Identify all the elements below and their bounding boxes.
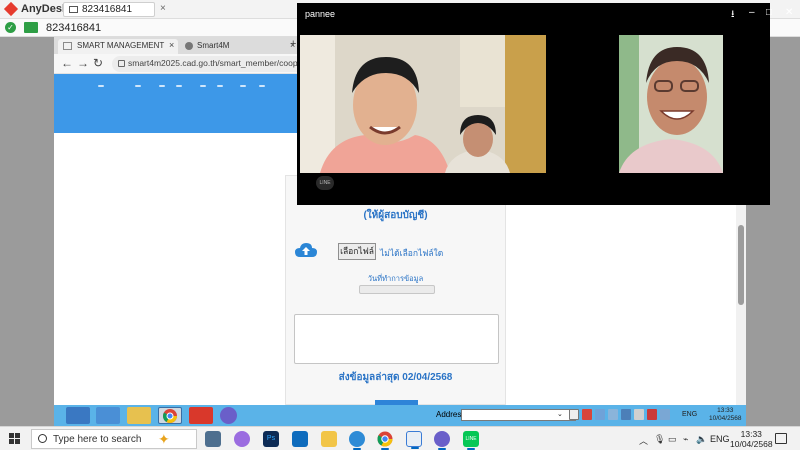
remote-folder-icon[interactable]: [127, 407, 151, 424]
remote-taskbar: Address ⌄ ENG 13:33 10/04/2568: [54, 405, 746, 426]
browser-tab-label: Smart4M: [197, 41, 230, 50]
maximize-icon[interactable]: □: [766, 7, 772, 18]
scrollbar-thumb[interactable]: [738, 225, 744, 305]
refresh-icon[interactable]: [569, 409, 579, 420]
anydesk-address-input[interactable]: 823416841: [46, 22, 101, 34]
remote-desktop-app-icon[interactable]: [66, 407, 90, 424]
video-call-window: pannee ⭳ – □ ✕ LINE: [297, 3, 793, 205]
last-sent-text: ส่งข้อมูลล่าสุด 02/04/2568: [338, 372, 453, 383]
tray-app-icon[interactable]: [582, 409, 592, 420]
volume-icon[interactable]: 🔈: [696, 434, 707, 445]
anydesk-logo-icon: [3, 1, 19, 17]
clock-time: 13:33: [740, 429, 762, 439]
lock-icon: [118, 60, 125, 67]
upload-form-card: (ให้ผู้สอบบัญชี) เลือกไฟล์ ไม่ได้เลือกไฟ…: [285, 175, 506, 406]
remote-clock-date: 10/04/2568: [709, 415, 742, 422]
microphone-icon[interactable]: 🎙: [654, 434, 665, 445]
cloud-upload-icon: [295, 243, 317, 257]
tab-close-icon[interactable]: ×: [169, 40, 174, 50]
network-icon[interactable]: ⌁: [683, 434, 688, 445]
chevron-down-icon[interactable]: ⌄: [557, 410, 563, 418]
taskbar-window-icon[interactable]: [406, 431, 422, 449]
note-textarea[interactable]: [294, 314, 499, 364]
remote-clock[interactable]: 13:33 10/04/2568: [709, 407, 742, 423]
notification-icon[interactable]: [775, 433, 787, 444]
taskbar-chrome-icon[interactable]: [377, 431, 393, 450]
tray-app-icon[interactable]: [595, 409, 605, 420]
windows-search-box[interactable]: Type here to search ✦: [31, 429, 197, 449]
taskbar-edge-icon[interactable]: [349, 431, 365, 450]
taskbar-line-icon[interactable]: LINE: [463, 431, 479, 450]
search-icon: [38, 434, 47, 443]
browser-tab-smart-management[interactable]: SMART MANAGEMENT ×: [58, 39, 178, 54]
no-file-chosen-text: ไม่ได้เลือกไฟล์ใด: [380, 248, 444, 258]
tray-app-icon[interactable]: [660, 409, 670, 420]
remote-clock-time: 13:33: [717, 407, 734, 414]
clock-date: 10/04/2568: [730, 439, 773, 449]
tray-app-icon[interactable]: [621, 409, 631, 420]
remote-desk-icon: [24, 22, 38, 33]
chevron-up-icon[interactable]: ︿: [639, 434, 648, 447]
anydesk-app-name: AnyDesk: [21, 3, 69, 15]
browser-tab-label: SMART MANAGEMENT: [77, 41, 165, 50]
anydesk-session-tab[interactable]: 823416841: [63, 2, 155, 17]
choose-file-button[interactable]: เลือกไฟล์: [338, 243, 376, 260]
taskbar-photoshop-icon[interactable]: Ps: [263, 431, 279, 447]
data-date-label: วันที่ทำการข้อมูล: [367, 274, 424, 283]
remote-chrome-icon[interactable]: [158, 407, 182, 424]
new-tab-button[interactable]: +: [290, 38, 296, 50]
taskbar-app-icon[interactable]: [205, 431, 221, 447]
tray-app-icon[interactable]: [608, 409, 618, 420]
taskbar-copilot-icon[interactable]: [234, 431, 250, 447]
reload-icon[interactable]: ↻: [93, 56, 103, 70]
line-logo-icon: LINE: [316, 176, 334, 190]
remote-desktop-margin-left: [0, 37, 54, 426]
windows-start-icon[interactable]: [9, 433, 21, 445]
form-heading: (ให้ผู้สอบบัญชี): [363, 210, 428, 221]
search-placeholder: Type here to search: [53, 434, 142, 445]
browser-tab-smart4m[interactable]: Smart4M ×: [180, 39, 300, 54]
caller-name: pannee: [305, 9, 336, 19]
remote-anydesk-icon[interactable]: [189, 407, 213, 424]
screen: AnyDesk 823416841 × ✓ 823416841 SMART MA…: [0, 0, 800, 450]
copilot-sparkle-icon: ✦: [158, 431, 170, 447]
pin-icon[interactable]: ⭳: [731, 7, 735, 24]
anydesk-session-tab-label: 823416841: [82, 4, 133, 15]
taskbar-folder-icon[interactable]: [321, 431, 337, 447]
connection-ok-icon: ✓: [5, 22, 16, 33]
monitor-icon: [69, 6, 78, 13]
data-date-field[interactable]: [359, 285, 435, 294]
taskbar-app-icon[interactable]: [434, 431, 450, 450]
video-feed-remote: [300, 35, 546, 173]
taskbar-outlook-icon[interactable]: [292, 431, 308, 447]
remote-language-indicator[interactable]: ENG: [682, 411, 697, 418]
tray-app-icon[interactable]: [634, 409, 644, 420]
forward-arrow-icon[interactable]: →: [77, 56, 89, 70]
globe-icon: [185, 42, 193, 50]
language-indicator[interactable]: ENG: [710, 434, 730, 444]
remote-powershell-icon[interactable]: [96, 407, 120, 424]
remote-app-icon[interactable]: [220, 407, 237, 424]
video-feed-self: [619, 35, 723, 173]
page-icon: [63, 42, 72, 50]
battery-icon[interactable]: ▭: [668, 434, 677, 445]
windows-taskbar: Type here to search ✦ Ps LINE ︿ 🎙 ▭ ⌁ 🔈 …: [0, 426, 800, 450]
anydesk-tab-close-button[interactable]: ×: [160, 3, 166, 14]
back-arrow-icon[interactable]: ←: [61, 56, 73, 70]
minimize-icon[interactable]: –: [749, 7, 755, 18]
close-icon[interactable]: ✕: [785, 7, 793, 18]
system-clock[interactable]: 13:33 10/04/2568: [730, 429, 773, 449]
tray-app-icon[interactable]: [647, 409, 657, 420]
